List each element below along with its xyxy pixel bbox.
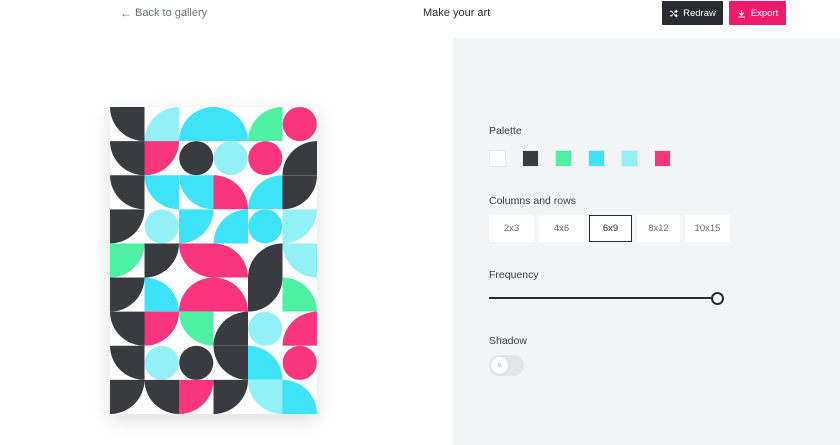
shadow-toggle[interactable]: × — [489, 355, 524, 376]
art-tile — [213, 107, 249, 142]
grid-option-2x3[interactable]: 2x3 — [489, 215, 534, 242]
art-tile — [282, 107, 317, 142]
art-tile — [213, 141, 249, 176]
art-tile — [282, 277, 317, 313]
art-tile — [213, 345, 249, 381]
slider-thumb[interactable] — [711, 292, 724, 305]
art-tile — [248, 209, 283, 244]
art-tile — [144, 141, 180, 176]
art-tile — [248, 311, 283, 347]
art-tile — [213, 243, 249, 279]
redraw-button[interactable]: Redraw — [662, 1, 723, 25]
art-tile — [179, 311, 214, 347]
artwork-preview — [110, 107, 317, 414]
art-tile — [110, 175, 145, 210]
back-label: Back to gallery — [135, 7, 208, 19]
columns-rows-label: Columns and rows — [489, 195, 576, 207]
art-tile — [110, 311, 145, 347]
art-tile — [110, 141, 145, 176]
download-icon — [738, 9, 745, 18]
grid-option-4x6[interactable]: 4x6 — [539, 215, 584, 242]
art-tile — [144, 209, 180, 244]
art-tile — [110, 209, 145, 244]
art-tile — [179, 209, 214, 244]
back-to-gallery-link[interactable]: ← Back to gallery — [120, 7, 207, 19]
art-tile — [110, 379, 145, 414]
settings-panel: Palette Columns and rows 2x3 4x6 6x9 8x12 10… — [453, 38, 840, 445]
art-tile — [213, 277, 249, 313]
export-button[interactable]: Export — [729, 1, 786, 25]
art-tile — [110, 243, 145, 279]
palette-swatch-white[interactable] — [489, 150, 506, 167]
art-tile — [144, 379, 180, 414]
frequency-slider[interactable] — [489, 292, 724, 305]
columns-rows-options: 2x3 4x6 6x9 8x12 10x15 — [489, 215, 730, 242]
art-tile — [213, 175, 249, 210]
frequency-label: Frequency — [489, 269, 539, 281]
palette-swatch-dark[interactable] — [522, 150, 539, 167]
arrow-left-icon: ← — [120, 6, 132, 20]
grid-option-8x12[interactable]: 8x12 — [637, 215, 680, 242]
art-tile — [179, 107, 214, 142]
page-title: Make your art — [423, 7, 491, 19]
art-tile — [179, 379, 214, 414]
art-tile — [179, 345, 214, 381]
art-tile — [144, 175, 180, 210]
art-tile — [248, 379, 283, 414]
art-tile — [179, 141, 214, 176]
art-tile — [144, 311, 180, 347]
art-tile — [144, 277, 180, 313]
art-tile — [282, 209, 317, 244]
art-tile — [248, 141, 283, 176]
toggle-knob: × — [491, 357, 508, 374]
art-tile — [282, 141, 317, 176]
art-tile — [282, 311, 317, 347]
palette-swatches — [489, 150, 671, 167]
close-icon: × — [496, 360, 503, 371]
art-tile — [179, 277, 214, 313]
artwork-canvas — [110, 107, 317, 414]
art-tile — [179, 175, 214, 210]
shadow-label: Shadow — [489, 335, 527, 347]
art-tile — [248, 107, 283, 142]
top-bar: ← Back to gallery Make your art Redraw E… — [0, 0, 840, 38]
palette-swatch-cyan[interactable] — [588, 150, 605, 167]
art-tile — [144, 243, 180, 279]
art-tile — [213, 209, 249, 244]
art-tile — [282, 175, 317, 210]
art-tile — [213, 379, 249, 414]
art-tile — [179, 243, 214, 279]
shuffle-icon — [670, 9, 678, 17]
art-tile — [248, 277, 283, 313]
art-tile — [213, 311, 249, 347]
palette-label: Palette — [489, 125, 522, 137]
export-label: Export — [750, 7, 779, 19]
redraw-label: Redraw — [683, 7, 716, 19]
palette-swatch-light-cyan[interactable] — [621, 150, 638, 167]
art-tile — [110, 107, 145, 142]
art-tile — [248, 345, 283, 381]
art-tile — [110, 277, 145, 313]
art-tile — [282, 345, 317, 381]
grid-option-6x9[interactable]: 6x9 — [589, 215, 632, 242]
art-tile — [282, 379, 317, 414]
art-tile — [282, 243, 317, 279]
art-tile — [144, 107, 180, 142]
art-tile — [144, 345, 180, 381]
slider-track — [489, 297, 717, 299]
art-tile — [248, 175, 283, 210]
grid-option-10x15[interactable]: 10x15 — [685, 215, 730, 242]
palette-swatch-pink[interactable] — [654, 150, 671, 167]
art-tile — [110, 345, 145, 381]
art-tile — [248, 243, 283, 279]
palette-swatch-green[interactable] — [555, 150, 572, 167]
